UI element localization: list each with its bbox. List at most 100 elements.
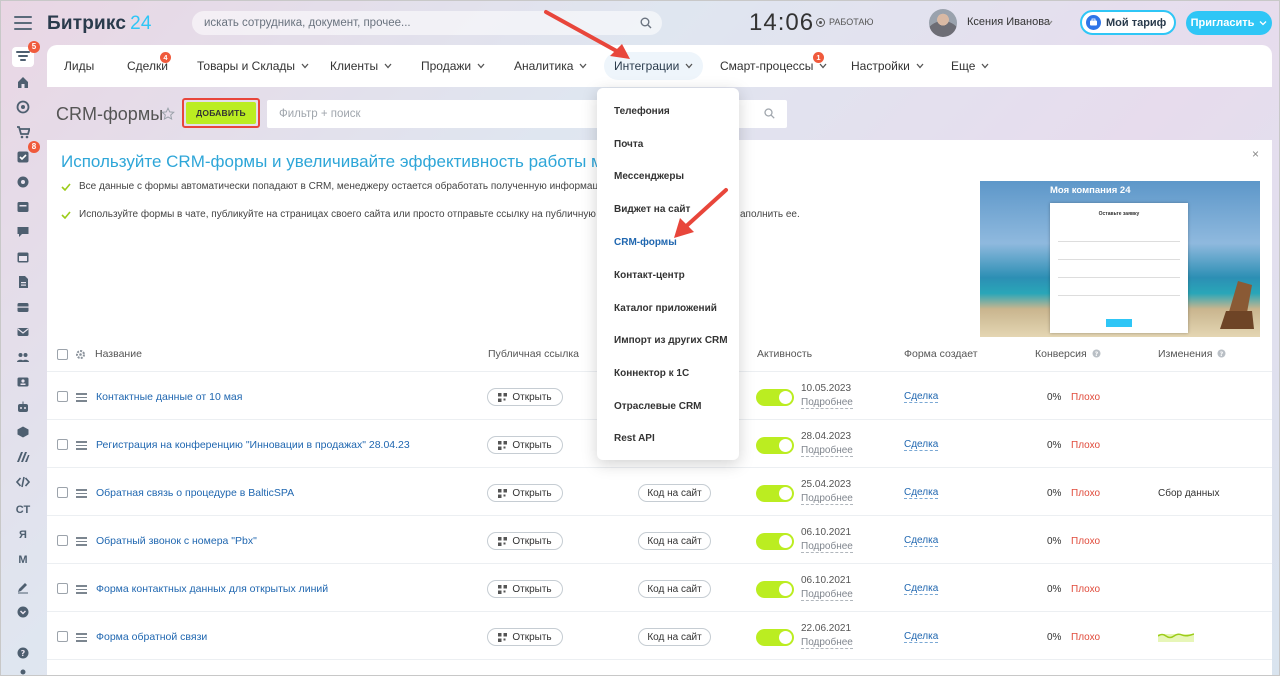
menu-burger-icon[interactable] [14, 16, 32, 30]
menu-item-mail[interactable]: Почта [614, 139, 643, 150]
activity-toggle[interactable] [756, 533, 794, 550]
activity-toggle[interactable] [756, 629, 794, 646]
invite-button[interactable]: Пригласить [1186, 11, 1272, 35]
sidebar-item-ya[interactable]: Я [12, 525, 34, 545]
column-header-conversion[interactable]: Конверсия ? [1035, 348, 1101, 360]
menu-item-import-crm[interactable]: Импорт из других CRM [614, 335, 728, 346]
activity-toggle[interactable] [756, 437, 794, 454]
chevron-circle-icon[interactable] [12, 602, 34, 622]
robot-icon[interactable] [12, 397, 34, 417]
form-name-link[interactable]: Контактные данные от 10 мая [96, 391, 242, 403]
form-name-link[interactable]: Обратный звонок с номера "Pbx" [96, 535, 257, 547]
row-checkbox[interactable] [57, 535, 68, 546]
row-menu-icon[interactable] [76, 393, 87, 402]
row-menu-icon[interactable] [76, 489, 87, 498]
brand-m-icon[interactable] [12, 447, 34, 467]
menu-item-crm-forms[interactable]: CRM-формы [614, 237, 677, 248]
form-name-link[interactable]: Регистрация на конференцию "Инновации в … [96, 439, 410, 451]
creates-entity-link[interactable]: Сделка [904, 583, 939, 595]
info-icon[interactable]: ? [1092, 349, 1101, 358]
column-header-changes[interactable]: Изменения ? [1158, 348, 1226, 360]
row-checkbox[interactable] [57, 391, 68, 402]
details-link[interactable]: Подробнее [801, 397, 853, 409]
form-name-link[interactable]: Обратная связь о процедуре в BalticSPA [96, 487, 294, 499]
activity-toggle[interactable] [756, 485, 794, 502]
menu-item-rest-api[interactable]: Rest API [614, 433, 655, 444]
tasks-icon[interactable]: 8 [12, 141, 40, 167]
details-link[interactable]: Подробнее [801, 541, 853, 553]
menu-item-site-widget[interactable]: Виджет на сайт [614, 204, 690, 215]
creates-entity-link[interactable]: Сделка [904, 631, 939, 643]
activity-toggle[interactable] [756, 581, 794, 598]
open-button[interactable]: Открыть [487, 388, 563, 406]
row-checkbox[interactable] [57, 631, 68, 642]
tab-sales[interactable]: Продажи [421, 45, 485, 87]
star-icon[interactable] [161, 107, 175, 121]
puzzle-icon[interactable] [12, 172, 34, 192]
search-icon[interactable] [764, 108, 775, 119]
menu-item-telephony[interactable]: Телефония [614, 106, 670, 117]
tab-products[interactable]: Товары и Склады [197, 45, 309, 87]
creates-entity-link[interactable]: Сделка [904, 487, 939, 499]
row-checkbox[interactable] [57, 583, 68, 594]
my-tariff-button[interactable]: Мой тариф [1080, 10, 1176, 35]
contact-card-icon[interactable] [12, 372, 34, 392]
row-menu-icon[interactable] [76, 441, 87, 450]
creates-entity-link[interactable]: Сделка [904, 439, 939, 451]
tab-clients[interactable]: Клиенты [330, 45, 392, 87]
details-link[interactable]: Подробнее [801, 637, 853, 649]
open-button[interactable]: Открыть [487, 628, 563, 646]
open-button[interactable]: Открыть [487, 532, 563, 550]
row-menu-icon[interactable] [76, 537, 87, 546]
tab-integrations[interactable]: Интеграции [604, 52, 704, 80]
code-on-site-button[interactable]: Код на сайт [638, 532, 711, 550]
help-icon[interactable]: ? [12, 643, 34, 663]
menu-item-1c-connector[interactable]: Коннектор к 1С [614, 368, 689, 379]
filter-icon[interactable]: 5 [12, 41, 40, 67]
select-all-checkbox[interactable] [57, 349, 68, 360]
menu-item-app-catalog[interactable]: Каталог приложений [614, 303, 717, 314]
creates-entity-link[interactable]: Сделка [904, 391, 939, 403]
activity-toggle[interactable] [756, 389, 794, 406]
target-icon[interactable] [12, 97, 34, 117]
global-search-input[interactable]: искать сотрудника, документ, прочее... [192, 11, 662, 35]
tab-smart-processes[interactable]: Смарт-процессы [720, 45, 827, 87]
user-icon[interactable] [12, 664, 34, 676]
drive-icon[interactable] [12, 197, 34, 217]
add-button[interactable]: ДОБАВИТЬ [186, 102, 256, 124]
work-status-toggle[interactable]: РАБОТАЮ [816, 17, 874, 27]
menu-item-contact-center[interactable]: Контакт-центр [614, 270, 685, 281]
sidebar-item-m[interactable]: М [12, 550, 34, 570]
search-icon[interactable] [640, 17, 652, 29]
column-header-activity[interactable]: Активность [757, 348, 812, 360]
details-link[interactable]: Подробнее [801, 493, 853, 505]
close-icon[interactable]: × [1252, 147, 1259, 161]
code-icon[interactable] [12, 472, 34, 492]
avatar[interactable] [929, 9, 957, 37]
home-icon[interactable] [12, 72, 34, 92]
sidebar-item-st[interactable]: СТ [12, 500, 34, 520]
form-name-link[interactable]: Форма обратной связи [96, 631, 207, 643]
cart-icon[interactable] [12, 122, 34, 142]
tab-leads[interactable]: Лиды [64, 45, 94, 87]
row-checkbox[interactable] [57, 487, 68, 498]
row-checkbox[interactable] [57, 439, 68, 450]
box-icon[interactable] [12, 422, 34, 442]
chat-icon[interactable] [12, 222, 34, 242]
user-name[interactable]: Ксения Иванова [967, 16, 1050, 28]
inbox-icon[interactable] [12, 297, 34, 317]
open-button[interactable]: Открыть [487, 436, 563, 454]
code-on-site-button[interactable]: Код на сайт [638, 580, 711, 598]
column-header-creates[interactable]: Форма создает [904, 348, 978, 360]
pen-icon[interactable] [12, 577, 34, 597]
open-button[interactable]: Открыть [487, 580, 563, 598]
column-header-public-link[interactable]: Публичная ссылка [488, 348, 579, 360]
info-icon[interactable]: ? [1217, 349, 1226, 358]
chevron-down-icon[interactable] [1046, 19, 1053, 26]
tab-deals[interactable]: Сделки [127, 45, 168, 87]
menu-item-industry-crm[interactable]: Отраслевые CRM [614, 401, 702, 412]
code-on-site-button[interactable]: Код на сайт [638, 484, 711, 502]
tab-settings[interactable]: Настройки [851, 45, 924, 87]
creates-entity-link[interactable]: Сделка [904, 535, 939, 547]
gear-icon[interactable] [75, 349, 86, 360]
